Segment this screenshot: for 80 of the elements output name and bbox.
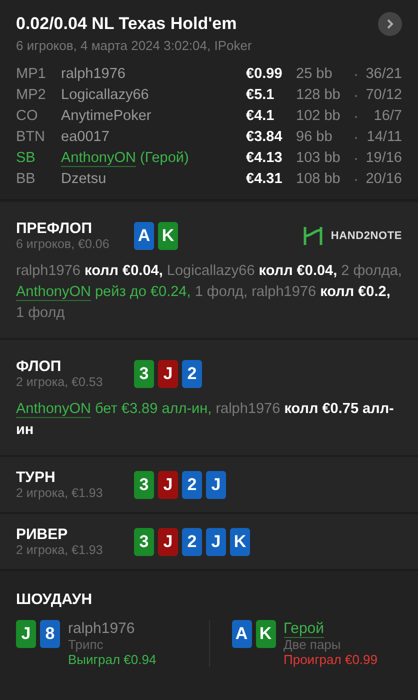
stack-amount: €0.99 [246, 65, 284, 84]
playing-card: 3 [134, 360, 154, 388]
stack-amount: €4.13 [246, 149, 284, 168]
playing-card: J [158, 470, 178, 498]
separator-dot [355, 178, 357, 180]
stack-bb: 25 bb [296, 65, 334, 84]
playing-card: A [134, 222, 154, 250]
street-title: РИВЕР [16, 526, 69, 543]
position-label: SB [16, 149, 36, 168]
player-name: ralph1976 [61, 65, 126, 84]
player-link[interactable]: AnthonyON [16, 401, 91, 418]
logo-text: HAND2NOTE [330, 230, 402, 242]
player-stats: 16/7 [372, 107, 402, 126]
playing-card: J [206, 470, 226, 498]
playing-card: 2 [182, 528, 202, 556]
player-name: AnytimePoker [61, 107, 152, 126]
player-link[interactable]: AnthonyON [61, 150, 136, 167]
stack-bb: 108 bb [296, 170, 342, 189]
player-name: ralph1976 [68, 620, 136, 637]
separator-dot [355, 94, 357, 96]
playing-card: 2 [182, 470, 202, 498]
stack-amount: €5.1 [246, 86, 276, 105]
playing-card: K [256, 620, 276, 648]
hand-title: 0.02/0.04 NL Texas Hold'em [16, 14, 237, 34]
hand-combo: Две пары [284, 637, 342, 652]
player-stats: 20/16 [364, 170, 402, 189]
action-log: ralph1976 колл €0.04, Logicallazy66 колл €0.04, 2 фолда, AnthonyON рейз до €0.24, 1 фолд, ralph1976 колл €0.2, 1 фолд [16, 262, 402, 323]
hand-combo: Трипс [68, 637, 104, 652]
playing-card: J [16, 620, 36, 648]
playing-card: K [158, 222, 178, 250]
playing-card: K [230, 528, 250, 556]
position-label: MP1 [16, 65, 47, 84]
street-info: 2 игрока, €0.53 [16, 375, 104, 389]
street-info: 2 игрока, €1.93 [16, 543, 104, 557]
street-info: 6 игроков, €0.06 [16, 237, 110, 251]
playing-card: A [232, 620, 252, 648]
showdown-title: ШОУДАУН [16, 591, 94, 608]
separator-dot [355, 136, 357, 138]
playing-card: 3 [134, 470, 154, 498]
street-title: ПРЕФЛОП [16, 220, 93, 237]
player-stats: 36/21 [364, 65, 402, 84]
stack-bb: 96 bb [296, 128, 334, 147]
player-stats: 19/16 [364, 149, 402, 168]
street-title: ФЛОП [16, 358, 62, 375]
player-link[interactable]: Герой [284, 620, 324, 638]
player-stats: 14/11 [366, 128, 402, 147]
stack-bb: 102 bb [296, 107, 342, 126]
stack-amount: €4.31 [246, 170, 284, 189]
logo-icon [302, 226, 323, 246]
street-title: ТУРН [16, 469, 56, 486]
player-name: ea0017 [61, 128, 110, 147]
position-label: BTN [16, 128, 46, 147]
position-label: BB [16, 170, 36, 189]
hero-tag: (Герой) [140, 150, 189, 166]
hand-subtitle: 6 игроков, 4 марта 2024 3:02:04, IPoker [16, 38, 253, 53]
action-log: AnthonyON бет €3.89 алл-ин, ralph1976 колл €0.75 алл-ин [16, 400, 395, 440]
separator-dot [355, 158, 357, 160]
hand-result: Выиграл €0.94 [68, 652, 156, 667]
playing-card: J [206, 528, 226, 556]
player-link[interactable]: AnthonyON [16, 284, 91, 301]
chevron-right-icon [385, 18, 395, 30]
stack-amount: €4.1 [246, 107, 276, 126]
player-name: Dzetsu [61, 170, 108, 189]
stack-bb: 103 bb [296, 149, 342, 168]
playing-card: 2 [182, 360, 202, 388]
playing-card: 3 [134, 528, 154, 556]
separator-dot [355, 74, 357, 76]
playing-card: J [158, 360, 178, 388]
position-label: CO [16, 107, 39, 126]
playing-card: 8 [40, 620, 60, 648]
street-info: 2 игрока, €1.93 [16, 486, 104, 500]
separator-dot [355, 116, 357, 118]
player-name: Logicallazy66 [61, 86, 150, 105]
player-stats: 70/12 [364, 86, 402, 105]
playing-card: J [158, 528, 178, 556]
hand-result: Проиграл €0.99 [284, 652, 378, 667]
next-button[interactable] [378, 12, 402, 36]
stack-bb: 128 bb [296, 86, 342, 105]
position-label: MP2 [16, 86, 47, 105]
stack-amount: €3.84 [246, 128, 284, 147]
